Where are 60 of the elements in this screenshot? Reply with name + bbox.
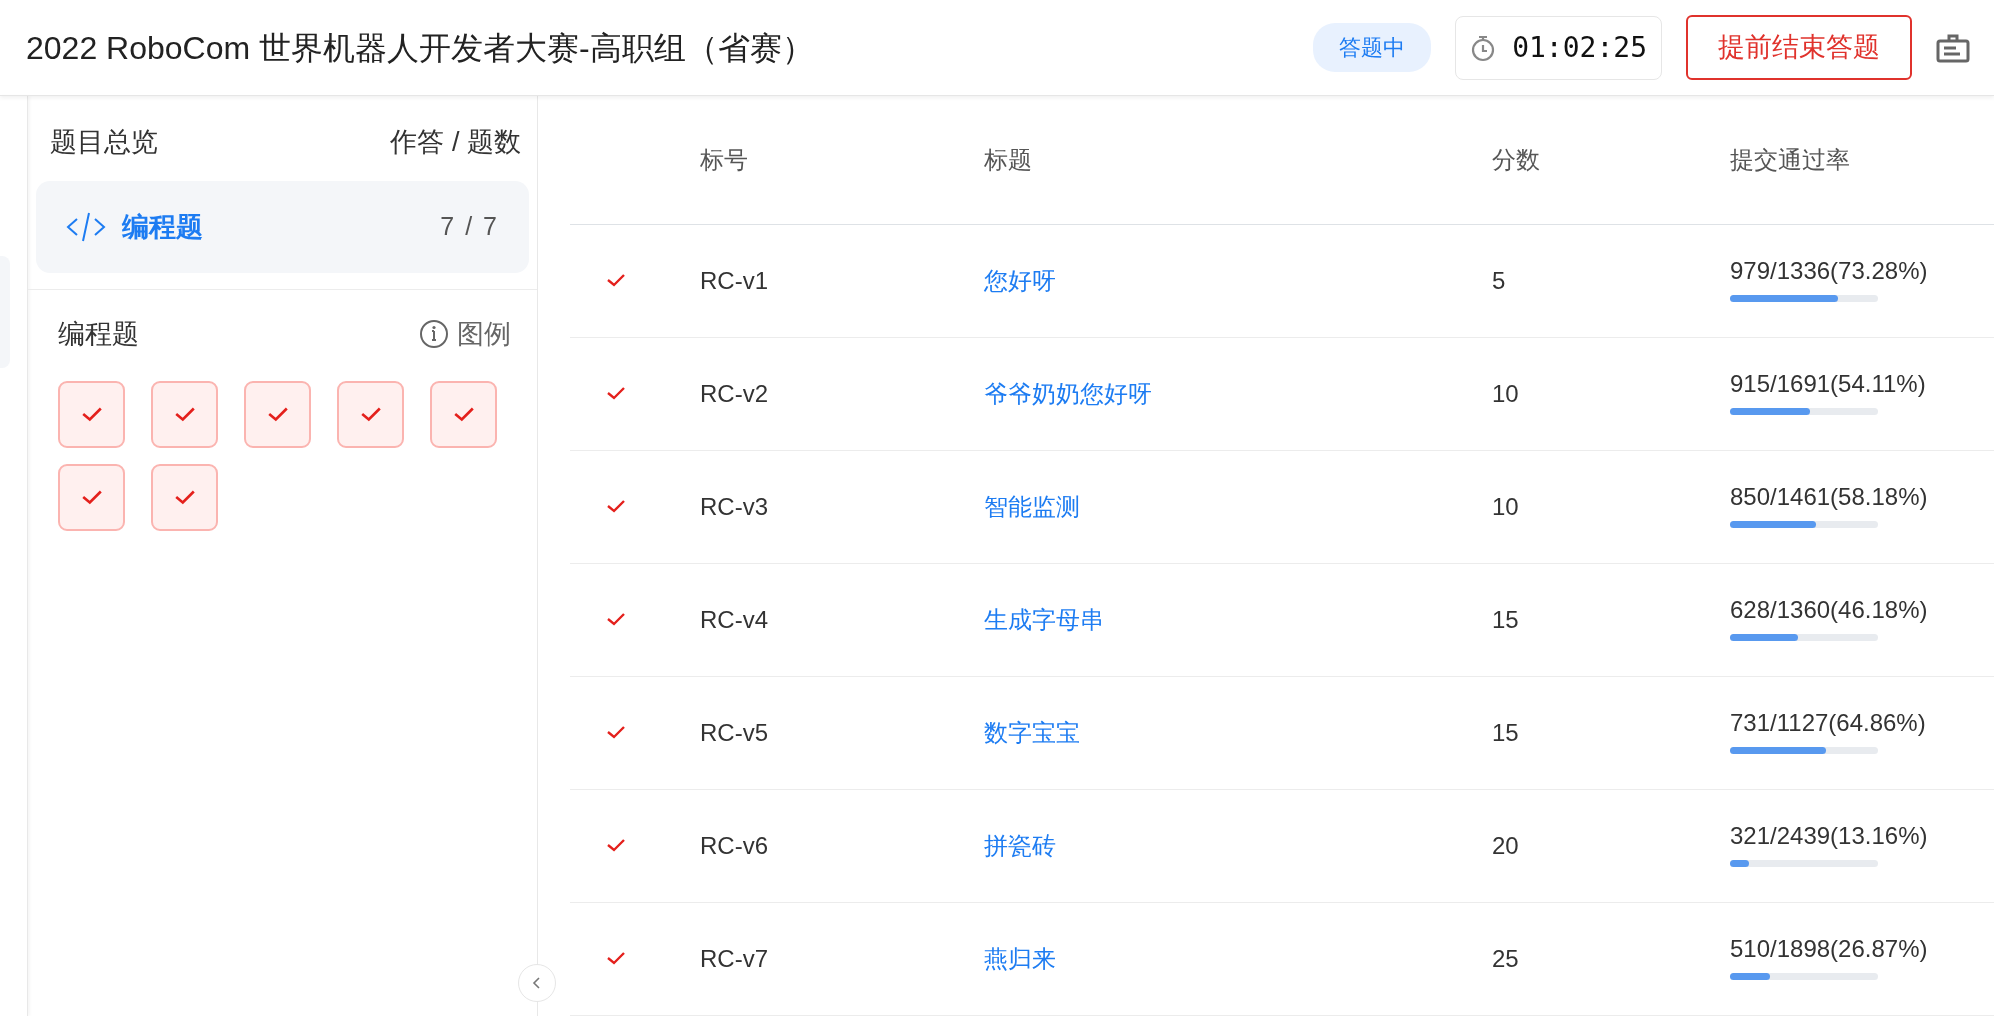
question-tile[interactable] bbox=[151, 380, 218, 448]
briefcase-icon[interactable] bbox=[1936, 32, 1970, 63]
score-value: 10 bbox=[1492, 493, 1519, 520]
column-header: 标题 bbox=[984, 146, 1032, 173]
page-title: 2022 RoboCom 世界机器人开发者大赛-高职组（省赛） bbox=[26, 28, 814, 68]
count-label: 作答 / 题数 bbox=[390, 126, 521, 159]
problem-id: RC-v2 bbox=[700, 380, 768, 407]
problem-title-link[interactable]: 数字宝宝 bbox=[984, 719, 1080, 746]
score-value: 15 bbox=[1492, 719, 1519, 746]
question-tile[interactable] bbox=[58, 380, 125, 448]
overview-title: 题目总览 bbox=[50, 126, 158, 159]
pass-rate: 979/1336(73.28%) bbox=[1730, 256, 1928, 284]
score-value: 20 bbox=[1492, 832, 1519, 859]
column-header: 标号 bbox=[700, 146, 748, 173]
pass-rate: 915/1691(54.11%) bbox=[1730, 369, 1926, 397]
question-tile[interactable] bbox=[337, 380, 404, 448]
check-icon bbox=[80, 406, 103, 422]
stopwatch-icon bbox=[1470, 33, 1497, 62]
problem-id: RC-v7 bbox=[700, 945, 768, 972]
question-tile[interactable] bbox=[151, 463, 218, 531]
question-tile[interactable] bbox=[430, 380, 497, 448]
check-icon bbox=[173, 489, 196, 505]
problem-title-link[interactable]: 燕归来 bbox=[984, 945, 1056, 972]
problem-title-link[interactable]: 拼瓷砖 bbox=[984, 832, 1056, 859]
status-badge: 答题中 bbox=[1313, 23, 1432, 72]
timer-display: 01:02:25 bbox=[1455, 15, 1662, 80]
pass-rate: 731/1127(64.86%) bbox=[1730, 708, 1926, 736]
problem-title-link[interactable]: 您好呀 bbox=[984, 267, 1056, 294]
pass-rate: 850/1461(58.18%) bbox=[1730, 482, 1928, 510]
question-tile[interactable] bbox=[58, 463, 125, 531]
check-icon bbox=[80, 489, 103, 505]
pass-rate: 510/1898(26.87%) bbox=[1730, 934, 1928, 962]
score-value: 5 bbox=[1492, 267, 1506, 294]
check-icon bbox=[266, 406, 289, 422]
problem-title-link[interactable]: 生成字母串 bbox=[984, 606, 1104, 633]
legend-link[interactable]: 图例 bbox=[457, 314, 511, 355]
chevron-left-icon bbox=[532, 976, 542, 990]
problem-id: RC-v5 bbox=[700, 719, 768, 746]
score-value: 15 bbox=[1492, 606, 1519, 633]
pass-rate: 628/1360(46.18%) bbox=[1730, 595, 1928, 623]
collapse-button[interactable] bbox=[518, 964, 556, 1002]
score-value: 10 bbox=[1492, 380, 1519, 407]
info-icon bbox=[419, 319, 449, 350]
problem-id: RC-v4 bbox=[700, 606, 768, 633]
category-item[interactable]: 编程题 7 / 7 bbox=[36, 180, 529, 273]
problem-id: RC-v6 bbox=[700, 832, 768, 859]
score-value: 25 bbox=[1492, 945, 1519, 972]
check-icon bbox=[173, 406, 196, 422]
end-exam-button[interactable]: 提前结束答题 bbox=[1686, 15, 1912, 80]
check-icon bbox=[452, 406, 475, 422]
problem-title-link[interactable]: 爷爷奶奶您好呀 bbox=[984, 380, 1152, 407]
problem-title-link[interactable]: 智能监测 bbox=[984, 493, 1080, 520]
check-icon bbox=[359, 406, 382, 422]
problem-id: RC-v3 bbox=[700, 493, 768, 520]
problem-id: RC-v1 bbox=[700, 267, 768, 294]
section-title: 编程题 bbox=[58, 318, 139, 351]
question-tile[interactable] bbox=[244, 380, 311, 448]
column-header: 提交通过率 bbox=[1730, 146, 1850, 173]
pass-rate: 321/2439(13.16%) bbox=[1730, 821, 1928, 849]
column-header: 分数 bbox=[1492, 146, 1540, 173]
